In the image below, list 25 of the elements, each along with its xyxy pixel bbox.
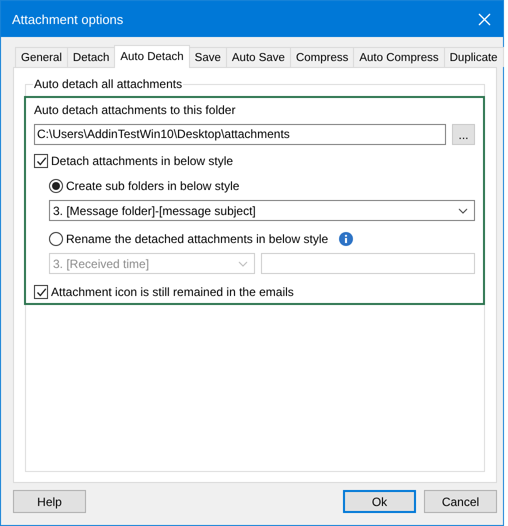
input-field[interactable] bbox=[261, 253, 475, 274]
group-title: Auto detach all attachments bbox=[33, 77, 184, 91]
checkbox-label: Attachment icon is still remained in the emails bbox=[51, 285, 294, 299]
chevron-down-icon bbox=[238, 260, 248, 266]
radio-label: Rename the detached attachments in below style bbox=[66, 232, 328, 246]
dropdown[interactable]: 3. [Message folder]-[message subject] bbox=[49, 200, 475, 221]
close-icon[interactable] bbox=[478, 12, 491, 26]
tab[interactable]: Duplicate bbox=[444, 47, 504, 67]
tab[interactable]: Auto Detach bbox=[114, 45, 190, 68]
checkbox-label: Detach attachments in below style bbox=[51, 154, 234, 168]
radio-label: Create sub folders in below style bbox=[66, 179, 240, 193]
checkbox[interactable] bbox=[34, 285, 48, 299]
dialog-button[interactable]: Cancel bbox=[424, 490, 497, 513]
radio-button[interactable] bbox=[49, 232, 63, 246]
checkbox[interactable] bbox=[34, 154, 48, 168]
tab[interactable]: General bbox=[15, 47, 68, 67]
chevron-down-icon bbox=[458, 208, 468, 214]
dialog-button[interactable]: Ok bbox=[343, 490, 416, 513]
dialog-button[interactable]: Help bbox=[13, 490, 86, 513]
browse-button[interactable]: ... bbox=[452, 124, 475, 145]
folder-label: Auto detach attachments to this folder bbox=[34, 103, 236, 117]
folder-field[interactable]: C:\Users\AddinTestWin10\Desktop\attachments bbox=[34, 124, 446, 145]
window-title: Attachment options bbox=[12, 12, 124, 26]
radio-button[interactable] bbox=[49, 179, 63, 193]
info-icon[interactable] bbox=[339, 232, 354, 246]
